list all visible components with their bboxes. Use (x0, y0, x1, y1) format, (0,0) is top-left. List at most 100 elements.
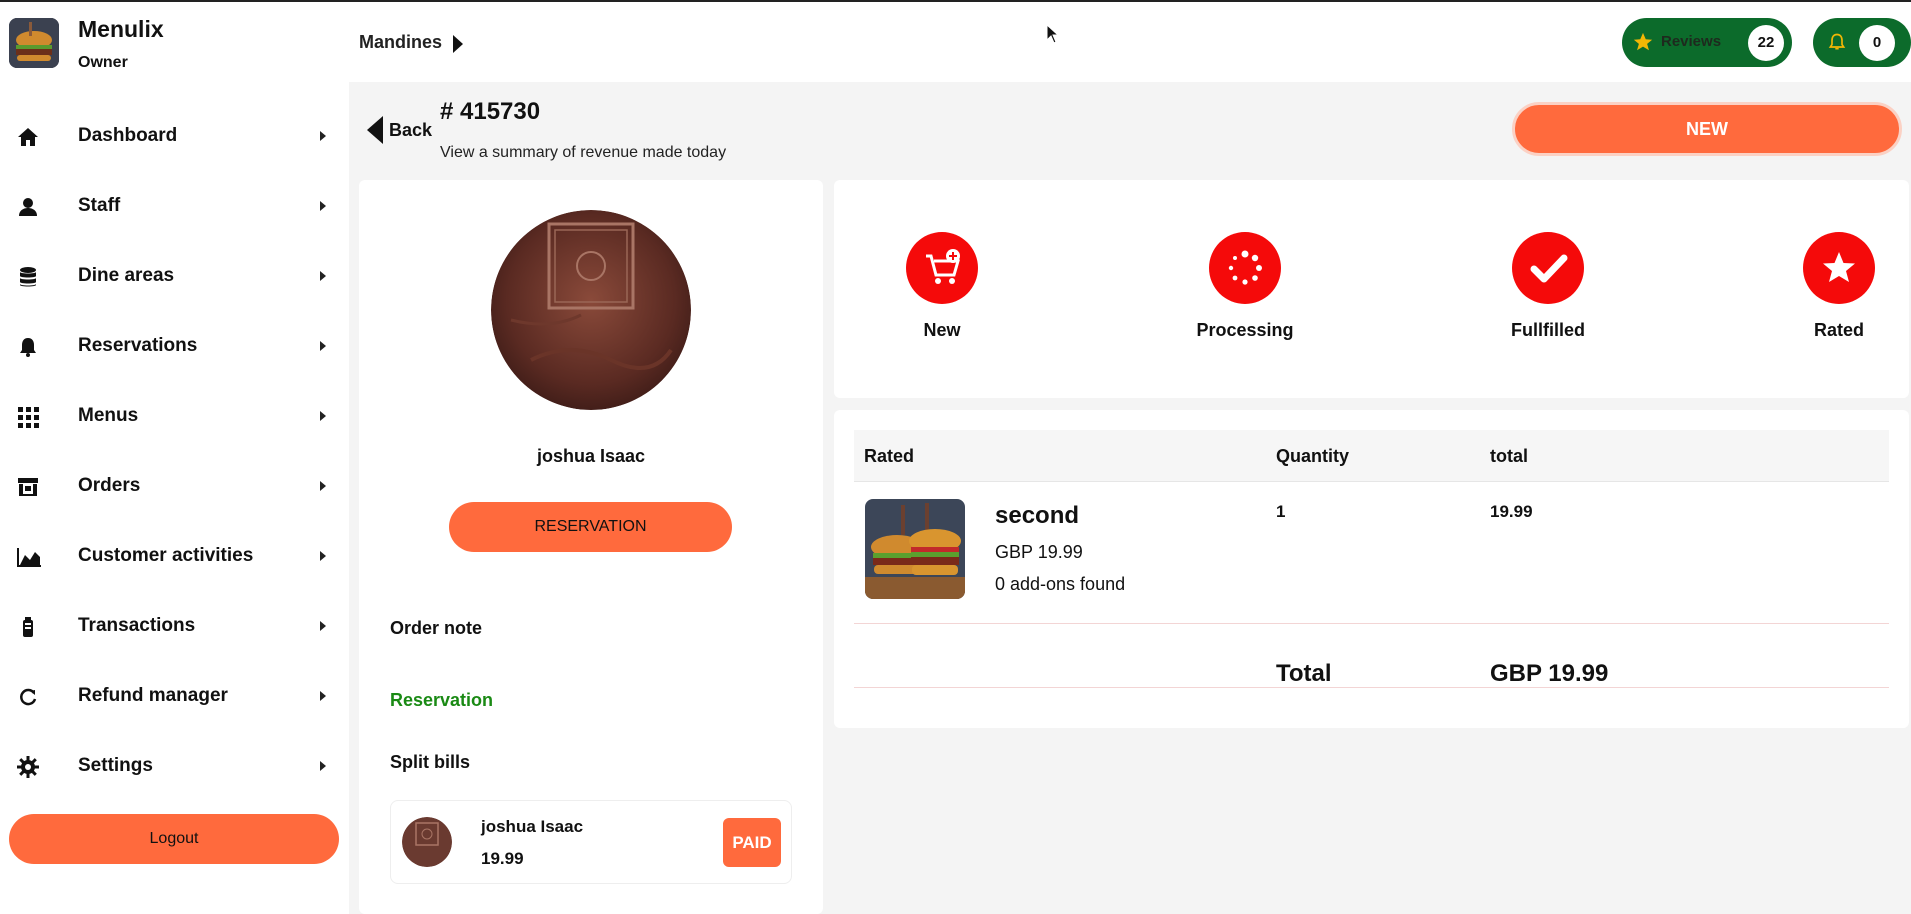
status-rated[interactable]: Rated (1769, 232, 1909, 341)
status-label: Rated (1813, 320, 1864, 340)
area-chart-icon (16, 545, 41, 569)
top-bar: Mandines Reviews 22 0 (349, 2, 1911, 82)
status-fulfilled[interactable]: Fullfilled (1478, 232, 1618, 341)
total-label: Total (1276, 660, 1332, 687)
chevron-right-icon (320, 761, 326, 771)
column-header-total: total (1490, 446, 1528, 466)
sidebar-item-menus[interactable]: Menus (0, 387, 349, 447)
page-subtitle: View a summary of revenue made today (440, 144, 727, 161)
notifications-button[interactable]: 0 (1813, 18, 1911, 67)
status-label: Processing (1196, 320, 1294, 340)
sidebar-item-label: Dine areas (78, 265, 175, 286)
split-customer-name: joshua Isaac (481, 817, 584, 836)
sidebar-item-label: Orders (78, 475, 141, 496)
brand-logo (9, 18, 59, 68)
sidebar-item-transactions[interactable]: Transactions (0, 597, 349, 657)
paid-badge: PAID (723, 818, 781, 867)
order-status-button[interactable]: NEW (1512, 102, 1902, 156)
reviews-label: Reviews (1661, 33, 1722, 50)
column-header-quantity: Quantity (1276, 446, 1350, 466)
bell-icon (1827, 32, 1847, 57)
item-name: second (995, 502, 1080, 529)
database-icon (16, 265, 40, 289)
star-icon (1632, 31, 1654, 58)
sidebar-item-settings[interactable]: Settings (0, 737, 349, 797)
sidebar-item-label: Refund manager (78, 685, 228, 706)
mouse-cursor-icon (1046, 23, 1060, 49)
order-note-label: Order note (390, 618, 483, 638)
reservation-link[interactable]: Reservation (390, 690, 493, 711)
sidebar-item-dine-areas[interactable]: Dine areas (0, 247, 349, 307)
sidebar-item-label: Transactions (78, 615, 196, 636)
sidebar-item-label: Dashboard (78, 125, 178, 146)
chevron-right-icon (320, 691, 326, 701)
gear-icon (16, 755, 40, 779)
person-icon (16, 195, 40, 219)
reviews-button[interactable]: Reviews 22 (1622, 18, 1792, 67)
sidebar-item-label: Menus (78, 405, 139, 426)
star-icon (1803, 232, 1875, 304)
bell-icon (16, 335, 40, 359)
divider (854, 623, 1889, 624)
sidebar-item-orders[interactable]: Orders (0, 457, 349, 517)
order-items-table: Rated Quantity total second GBP 19.99 0 … (834, 410, 1909, 728)
order-status-tracker: New Processing Fullfilled Rated (834, 180, 1909, 398)
home-icon (16, 125, 40, 149)
store-icon (16, 475, 40, 499)
sidebar-item-refund-manager[interactable]: Refund manager (0, 667, 349, 727)
split-avatar (402, 817, 452, 867)
reviews-count-badge: 22 (1748, 25, 1784, 61)
grid-icon (16, 405, 40, 429)
status-label: New (923, 320, 961, 340)
item-addons: 0 add-ons found (995, 574, 1126, 594)
caret-left-icon (367, 116, 383, 144)
sidebar-item-staff[interactable]: Staff (0, 177, 349, 237)
split-bills-label: Split bills (390, 752, 471, 772)
column-header-item: Rated (864, 446, 915, 466)
chevron-right-icon (320, 481, 326, 491)
user-role: Owner (78, 54, 128, 71)
split-amount: 19.99 (481, 849, 524, 868)
chevron-right-icon (320, 551, 326, 561)
sidebar-item-customer-activities[interactable]: Customer activities (0, 527, 349, 587)
chevron-right-icon (320, 201, 326, 211)
sidebar-item-label: Reservations (78, 335, 198, 356)
item-quantity: 1 (1276, 502, 1286, 521)
page-title: # 415730 (440, 98, 541, 125)
item-price: GBP 19.99 (995, 542, 1083, 562)
status-label: Fullfilled (1511, 320, 1585, 340)
spinner-icon (1209, 232, 1281, 304)
chevron-right-icon (320, 131, 326, 141)
divider (854, 687, 1889, 688)
chevron-right-icon (320, 271, 326, 281)
customer-avatar (491, 210, 691, 410)
check-icon (1512, 232, 1584, 304)
back-label: Back (389, 120, 433, 140)
sidebar: Menulix Owner Dashboard Staff Dine areas… (0, 2, 349, 914)
logout-button[interactable]: Logout (9, 814, 339, 864)
sidebar-item-label: Staff (78, 195, 121, 216)
status-new[interactable]: New (872, 232, 1012, 341)
item-image (865, 499, 965, 599)
item-total: 19.99 (1490, 502, 1533, 521)
status-processing[interactable]: Processing (1175, 232, 1315, 341)
sidebar-item-label: Customer activities (78, 545, 254, 566)
sidebar-item-reservations[interactable]: Reservations (0, 317, 349, 377)
split-bill-item: joshua Isaac 19.99 PAID (390, 800, 792, 884)
main-content: Back # 415730 View a summary of revenue … (349, 82, 1911, 914)
table-header: Rated Quantity total (854, 430, 1889, 482)
notifications-count-badge: 0 (1859, 25, 1895, 61)
battery-icon (16, 615, 40, 639)
chevron-right-icon (320, 341, 326, 351)
app-name: Menulix (78, 16, 164, 42)
chevron-right-icon (320, 411, 326, 421)
reservation-button[interactable]: RESERVATION (449, 502, 732, 552)
customer-name: joshua Isaac (536, 446, 646, 466)
cart-add-icon (906, 232, 978, 304)
total-value: GBP 19.99 (1490, 660, 1609, 687)
refresh-icon (16, 685, 40, 709)
sidebar-item-dashboard[interactable]: Dashboard (0, 107, 349, 167)
breadcrumb[interactable]: Mandines (359, 32, 442, 53)
chevron-right-icon (320, 621, 326, 631)
sidebar-item-label: Settings (78, 755, 153, 776)
